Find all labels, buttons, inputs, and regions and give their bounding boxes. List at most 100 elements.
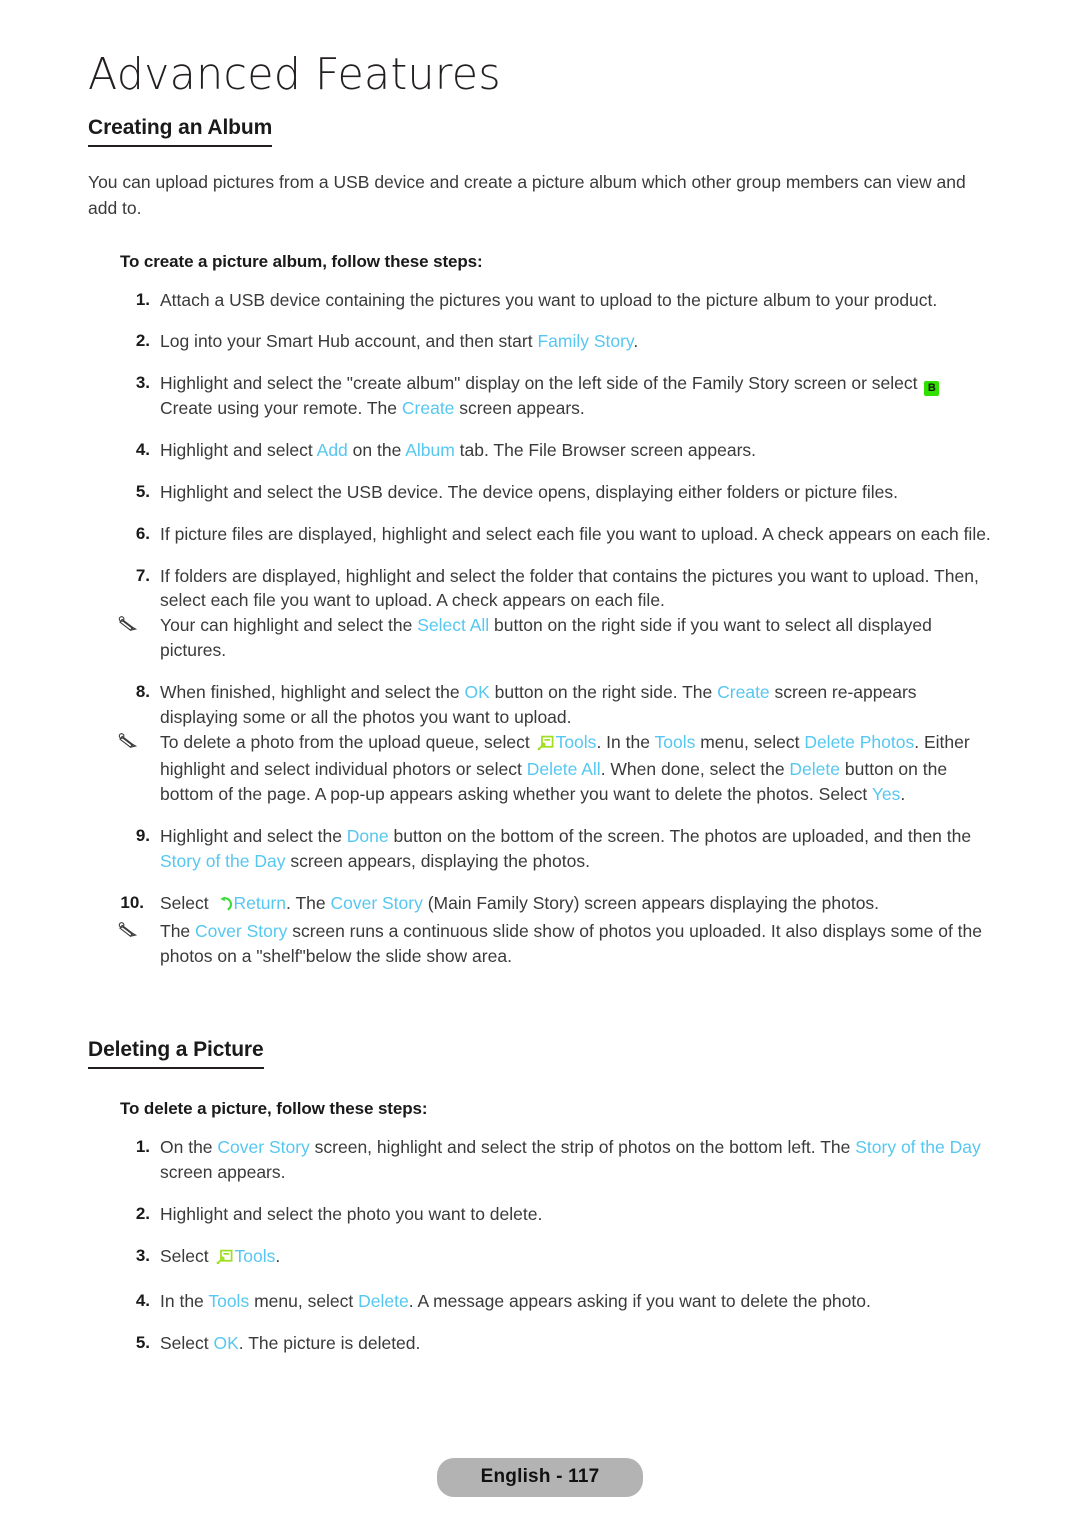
step-text-part: button on the right side. The xyxy=(489,681,718,702)
step-number: 8. xyxy=(135,681,150,701)
note-text-part: Your can highlight and select the xyxy=(160,615,418,636)
note-text-part: . xyxy=(900,784,906,805)
ui-term-delete: Delete xyxy=(358,1290,409,1311)
ui-term-yes: Yes xyxy=(871,784,901,805)
step-text: Highlight and select the photo you want … xyxy=(160,1204,543,1225)
step-text-part: menu, select xyxy=(249,1290,359,1311)
step-text: Highlight and select the USB device. The… xyxy=(160,481,898,502)
step-text-part: Create using your remote. The xyxy=(160,398,402,419)
step-number: 2. xyxy=(135,1204,150,1224)
list-item: 2. Highlight and select the photo you wa… xyxy=(120,1202,998,1227)
list-item: 7. If folders are displayed, highlight a… xyxy=(120,564,998,614)
list-item: 2. Log into your Smart Hub account, and … xyxy=(120,329,998,354)
note-pencil-icon xyxy=(118,732,140,752)
step-number: 10. xyxy=(120,892,144,912)
section-intro: You can upload pictures from a USB devic… xyxy=(88,172,966,219)
step-text-part: . xyxy=(275,1245,281,1266)
step-number: 4. xyxy=(135,1290,150,1310)
note-pencil-icon xyxy=(118,615,140,635)
deleting-steps-list: 1. On the Cover Story screen, highlight … xyxy=(0,1135,1080,1355)
steps-lead-in: To delete a picture, follow these steps: xyxy=(120,1099,428,1119)
step-text-part: Select xyxy=(160,1245,214,1266)
note-text-part: . When done, select the xyxy=(600,759,790,780)
list-item: 4. In the Tools menu, select Delete. A m… xyxy=(120,1289,998,1314)
ui-term-delete-all: Delete All xyxy=(526,759,601,780)
step-text: If folders are displayed, highlight and … xyxy=(160,565,979,611)
list-item: 10. Select Return. The Cover Story (Main… xyxy=(120,891,998,919)
step-text-part: . xyxy=(633,331,639,352)
steps-lead-in: To create a picture album, follow these … xyxy=(120,251,483,271)
step-text-part: . A message appears asking if you want t… xyxy=(408,1290,871,1311)
step-text: Attach a USB device containing the pictu… xyxy=(160,289,938,310)
section-heading: Deleting a Picture xyxy=(88,1038,264,1070)
list-item: 6. If picture files are displayed, highl… xyxy=(120,522,998,547)
ui-term-select-all: Select All xyxy=(417,615,490,636)
manual-page: Advanced Features Creating an Album You … xyxy=(0,0,1080,1534)
step-number: 1. xyxy=(135,289,150,309)
step-text-part: Highlight and select xyxy=(160,440,317,461)
step-number: 3. xyxy=(135,373,150,393)
ui-term-done: Done xyxy=(346,826,389,847)
ui-term-story-of-the-day: Story of the Day xyxy=(855,1137,981,1158)
step-text-part: Select xyxy=(160,1332,214,1353)
ui-term-delete-photos: Delete Photos xyxy=(804,731,915,752)
return-icon xyxy=(216,894,232,919)
note-text-part: menu, select xyxy=(695,731,805,752)
page-footer: English - 117 xyxy=(0,1458,1080,1497)
section-creating-an-album: Creating an Album You can upload picture… xyxy=(0,112,1080,968)
b-button-icon: B xyxy=(924,381,940,397)
step-text-part: . The picture is deleted. xyxy=(238,1332,421,1353)
step-number: 9. xyxy=(135,826,150,846)
step-text-part: screen appears. xyxy=(454,398,585,419)
list-item: 1. Attach a USB device containing the pi… xyxy=(120,288,998,313)
step-text-part: screen appears, displaying the photos. xyxy=(285,851,590,871)
step-number: 1. xyxy=(135,1137,150,1157)
ui-term-create: Create xyxy=(717,681,770,702)
note-pencil-icon xyxy=(118,921,140,941)
step-number: 6. xyxy=(135,523,150,543)
step-text-part: button on the bottom of the screen. The … xyxy=(388,826,972,847)
list-item: 5. Highlight and select the USB device. … xyxy=(120,480,998,505)
ui-term-return: Return xyxy=(233,892,287,913)
step-text-part: Highlight and select the "create album" … xyxy=(160,373,923,394)
list-item: 3. Highlight and select the "create albu… xyxy=(120,371,998,421)
ui-term-add: Add xyxy=(316,440,348,461)
ui-term-delete: Delete xyxy=(789,759,841,780)
ui-term-cover-story: Cover Story xyxy=(217,1137,310,1158)
tools-icon xyxy=(216,1247,233,1272)
step-text-part: Select xyxy=(160,892,214,913)
note-item: Your can highlight and select the Select… xyxy=(118,613,998,663)
creating-steps-list: 1. Attach a USB device containing the pi… xyxy=(0,288,1080,969)
list-item: 1. On the Cover Story screen, highlight … xyxy=(120,1135,998,1185)
section-deleting-a-picture: Deleting a Picture To delete a picture, … xyxy=(0,968,1080,1355)
step-text: If picture files are displayed, highligh… xyxy=(160,523,991,544)
ui-term-tools: Tools xyxy=(555,731,597,752)
list-item: 9. Highlight and select the Done button … xyxy=(120,824,998,874)
step-number: 4. xyxy=(135,440,150,460)
step-text-part: tab. The File Browser screen appears. xyxy=(454,440,757,461)
step-text-part: When finished, highlight and select the xyxy=(160,681,465,702)
step-number: 2. xyxy=(135,331,150,351)
tools-icon xyxy=(537,733,554,758)
step-text-part: Highlight and select the xyxy=(160,826,347,847)
note-text-part: . In the xyxy=(596,731,655,752)
note-item: To delete a photo from the upload queue,… xyxy=(118,730,998,808)
step-number: 5. xyxy=(135,1332,150,1352)
step-text-part: In the xyxy=(160,1290,209,1311)
step-text-part: screen appears. xyxy=(160,1162,286,1183)
ui-term-family-story: Family Story xyxy=(537,331,634,352)
step-number: 5. xyxy=(135,481,150,501)
step-text-part: On the xyxy=(160,1137,218,1158)
step-text-part: . The xyxy=(286,892,331,913)
ui-term-album: Album xyxy=(405,440,455,461)
ui-term-ok: OK xyxy=(213,1332,239,1353)
ui-term-tools: Tools xyxy=(234,1245,276,1266)
page-content: Creating an Album You can upload picture… xyxy=(0,112,1080,1355)
ui-term-tools: Tools xyxy=(654,731,696,752)
list-item: 4. Highlight and select Add on the Album… xyxy=(120,438,998,463)
ui-term-tools: Tools xyxy=(208,1290,250,1311)
ui-term-cover-story: Cover Story xyxy=(330,892,423,913)
note-item: The Cover Story screen runs a continuous… xyxy=(118,919,998,969)
step-text-part: (Main Family Story) screen appears displ… xyxy=(422,892,880,913)
step-number: 7. xyxy=(135,565,150,585)
